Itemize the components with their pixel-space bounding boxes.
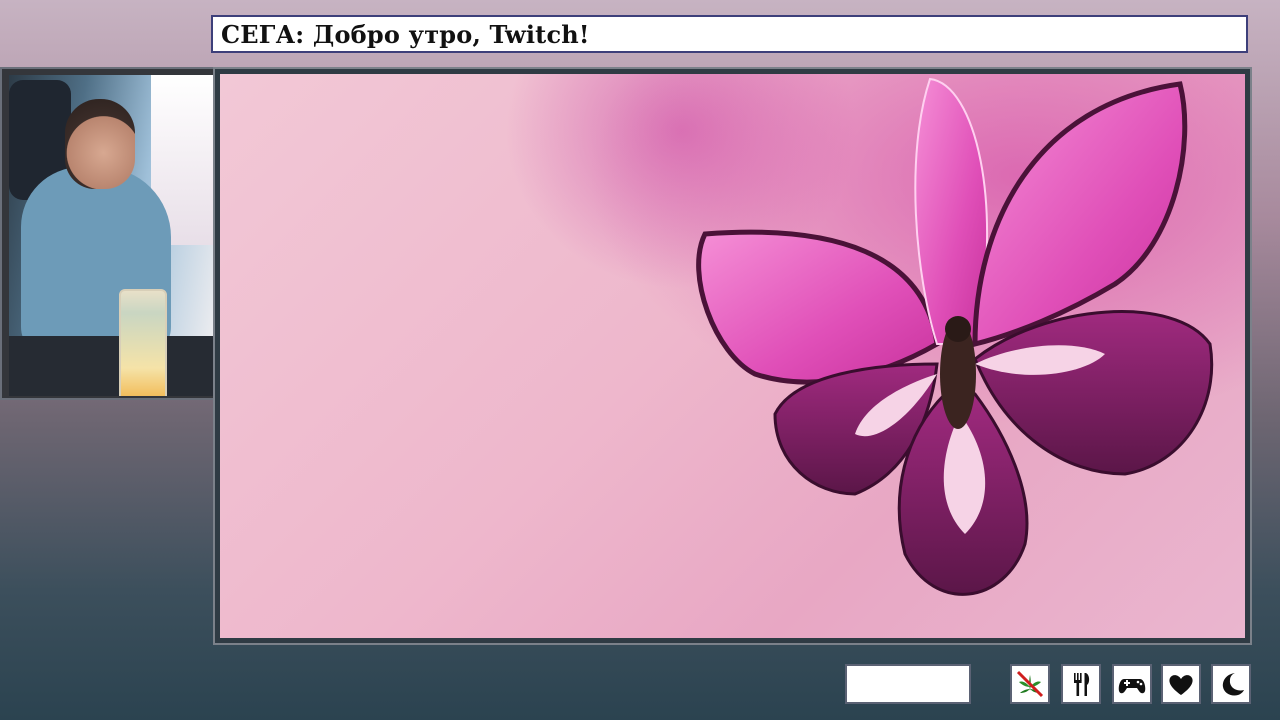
webcam-jar [119, 289, 167, 396]
no-cannabis-indicator [1010, 664, 1050, 704]
fork-knife-icon [1074, 673, 1090, 696]
food-indicator [1061, 664, 1101, 704]
butterfly-wallpaper [220, 74, 1245, 638]
stream-title: СЕГА: Добро утро, Twitch! [221, 19, 590, 49]
butterfly-head [945, 316, 971, 342]
moon-icon [1222, 673, 1244, 696]
no-cannabis-icon [1016, 670, 1044, 698]
heart-icon [1169, 675, 1193, 695]
love-indicator [1161, 664, 1201, 704]
webcam-desk [9, 336, 213, 396]
main-scene-frame [213, 67, 1252, 645]
stream-title-bar: СЕГА: Добро утро, Twitch! [211, 15, 1248, 53]
gamepad-icon [1118, 679, 1146, 694]
webcam-feed [9, 75, 213, 396]
webcam-person-head [65, 99, 135, 189]
butterfly-illustration [696, 77, 1214, 596]
top-right-wing [972, 81, 1188, 348]
lower-right-wing [973, 310, 1214, 476]
status-text-box [845, 664, 971, 704]
upper-left-wing [696, 229, 940, 385]
sleep-indicator [1211, 664, 1251, 704]
webcam-frame [0, 67, 218, 400]
gaming-indicator [1112, 664, 1152, 704]
